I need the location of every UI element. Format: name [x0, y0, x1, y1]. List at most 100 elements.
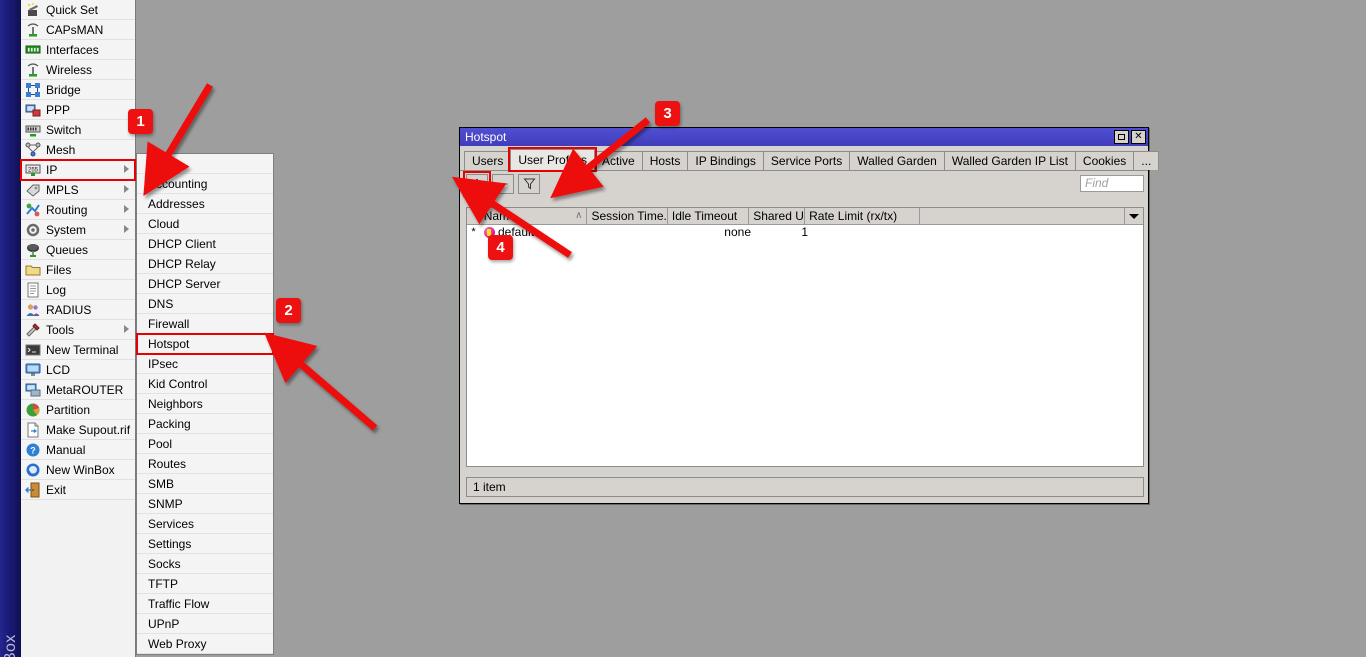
column-header-name[interactable]: Name ∧	[480, 208, 588, 224]
table-body[interactable]: * default none 1	[467, 225, 1143, 240]
lcd-icon	[25, 362, 41, 378]
submenu-item-pool[interactable]: Pool	[137, 434, 273, 454]
submenu-item-tftp[interactable]: TFTP	[137, 574, 273, 594]
sidebar-item-wireless[interactable]: Wireless	[21, 60, 135, 80]
sidebar-item-metarouter[interactable]: MetaROUTER	[21, 380, 135, 400]
hotspot-window[interactable]: Hotspot ✕ Users User Profiles Active Hosts I…	[459, 127, 1160, 504]
sidebar-item-lcd[interactable]: LCD	[21, 360, 135, 380]
submenu-item-addresses[interactable]: Addresses	[137, 194, 273, 214]
submenu-item-ipsec[interactable]: IPsec	[137, 354, 273, 374]
sidebar-item-new-winbox[interactable]: New WinBox	[21, 460, 135, 480]
submenu-item-routes[interactable]: Routes	[137, 454, 273, 474]
submenu-item-packing[interactable]: Packing	[137, 414, 273, 434]
sidebar-item-capsman[interactable]: CAPsMAN	[21, 20, 135, 40]
main-menu-list[interactable]: Quick Set CAPsMAN Interfaces Wireless Bridge…	[20, 0, 136, 657]
submenu-item-services[interactable]: Services	[137, 514, 273, 534]
close-button[interactable]: ✕	[1131, 130, 1146, 144]
remove-button[interactable]	[492, 173, 514, 194]
column-header-rate-limit-rx-tx[interactable]: Rate Limit (rx/tx)	[805, 208, 920, 224]
tab-ip-bindings[interactable]: IP Bindings	[687, 151, 764, 170]
submenu-item-dhcp-server[interactable]: DHCP Server	[137, 274, 273, 294]
tab-cookies[interactable]: Cookies	[1074, 151, 1135, 170]
table-header-row[interactable]: Name ∧ Session Time... Idle Timeout Shared U…	[467, 208, 1143, 225]
sidebar-item-routing[interactable]: Routing	[21, 200, 135, 220]
add-button[interactable]: +	[463, 170, 491, 197]
sidebar-item-tools[interactable]: Tools	[21, 320, 135, 340]
manual-icon: ?	[25, 442, 41, 458]
submenu-item-dhcp-client[interactable]: DHCP Client	[137, 234, 273, 254]
sidebar-item-radius[interactable]: RADIUS	[21, 300, 135, 320]
column-header-blank[interactable]	[920, 208, 1126, 224]
tab-hosts[interactable]: Hosts	[641, 151, 689, 170]
tools-icon	[25, 322, 41, 338]
submenu-item-hotspot[interactable]: Hotspot	[136, 333, 274, 355]
wireless-icon	[25, 62, 41, 78]
sidebar-item-interfaces[interactable]: Interfaces	[21, 40, 135, 60]
submenu-item-socks[interactable]: Socks	[137, 554, 273, 574]
column-header-session-time[interactable]: Session Time...	[587, 208, 668, 224]
table-row[interactable]: * default none 1	[467, 225, 1143, 240]
sidebar-brand-strip: RouterOS WinBox	[0, 0, 21, 657]
chevron-right-icon	[124, 225, 129, 233]
sidebar-item-partition[interactable]: Partition	[21, 400, 135, 420]
submenu-item-snmp[interactable]: SNMP	[137, 494, 273, 514]
submenu-item-dhcp-relay[interactable]: DHCP Relay	[137, 254, 273, 274]
submenu-item-dns[interactable]: DNS	[137, 294, 273, 314]
submenu-item-firewall[interactable]: Firewall	[137, 314, 273, 334]
tab-walled-garden[interactable]: Walled Garden	[849, 151, 945, 170]
sidebar-item-make-supout-rif[interactable]: Make Supout.rif	[21, 420, 135, 440]
sidebar-item-files[interactable]: Files	[21, 260, 135, 280]
sidebar-item-queues[interactable]: Queues	[21, 240, 135, 260]
ip-submenu[interactable]: ARP Accounting Addresses Cloud DHCP Client DH…	[136, 153, 274, 655]
column-header-idle-timeout[interactable]: Idle Timeout	[668, 208, 750, 224]
submenu-item-kid-control[interactable]: Kid Control	[137, 374, 273, 394]
find-input[interactable]: Find	[1080, 175, 1144, 192]
bridge-icon	[25, 82, 41, 98]
radius-icon	[25, 302, 41, 318]
sidebar-item-exit[interactable]: Exit	[21, 480, 135, 500]
partition-icon	[25, 402, 41, 418]
interfaces-icon	[25, 42, 41, 58]
hotspot-tabbar[interactable]: Users User Profiles Active Hosts IP Bindings…	[460, 146, 1160, 172]
submenu-item-upnp[interactable]: UPnP	[137, 614, 273, 634]
sidebar-item-label: Quick Set	[46, 2, 99, 17]
sidebar-item-log[interactable]: Log	[21, 280, 135, 300]
sidebar-item-system[interactable]: System	[21, 220, 135, 240]
column-header-shared-u[interactable]: Shared U...	[749, 208, 806, 224]
sidebar-item-mpls[interactable]: MPLS	[21, 180, 135, 200]
restore-button[interactable]	[1114, 130, 1129, 144]
queues-icon	[25, 242, 41, 258]
sidebar-item-bridge[interactable]: Bridge	[21, 80, 135, 100]
submenu-item-cloud[interactable]: Cloud	[137, 214, 273, 234]
submenu-item-arp[interactable]: ARP	[137, 154, 273, 174]
sidebar-item-label: New Terminal	[46, 342, 119, 357]
tab-active[interactable]: Active	[594, 151, 643, 170]
submenu-item-traffic-flow[interactable]: Traffic Flow	[137, 594, 273, 614]
column-header-label: Name	[483, 209, 516, 223]
submenu-item-settings[interactable]: Settings	[137, 534, 273, 554]
column-chooser-button[interactable]	[1125, 208, 1143, 224]
tab-[interactable]: ...	[1133, 151, 1160, 170]
submenu-item-neighbors[interactable]: Neighbors	[137, 394, 273, 414]
tab-users[interactable]: Users	[464, 151, 512, 170]
sidebar-item-ppp[interactable]: PPP	[21, 100, 135, 120]
sidebar-item-ip[interactable]: 255 IP	[20, 159, 136, 181]
sidebar-item-manual[interactable]: ? Manual	[21, 440, 135, 460]
submenu-item-smb[interactable]: SMB	[137, 474, 273, 494]
exit-icon	[25, 482, 41, 498]
filter-button[interactable]	[518, 173, 540, 194]
submenu-item-web-proxy[interactable]: Web Proxy	[137, 634, 273, 654]
sidebar-item-switch[interactable]: Switch	[21, 120, 135, 140]
tab-walled-garden-ip-list[interactable]: Walled Garden IP List	[943, 151, 1076, 170]
tab-service-ports[interactable]: Service Ports	[762, 151, 851, 170]
sidebar-item-quick-set[interactable]: Quick Set	[21, 0, 135, 20]
user-profiles-table[interactable]: Name ∧ Session Time... Idle Timeout Shared U…	[466, 207, 1144, 467]
hotspot-titlebar[interactable]: Hotspot ✕	[460, 128, 1148, 146]
sidebar-item-new-terminal[interactable]: New Terminal	[21, 340, 135, 360]
submenu-item-accounting[interactable]: Accounting	[137, 174, 273, 194]
sidebar-item-mesh[interactable]: Mesh	[21, 140, 135, 160]
hotspot-toolbar[interactable]: + Find	[460, 170, 1148, 197]
sidebar-item-label: Interfaces	[46, 42, 99, 57]
tab-user-profiles[interactable]: User Profiles	[508, 147, 598, 172]
files-icon	[25, 262, 41, 278]
